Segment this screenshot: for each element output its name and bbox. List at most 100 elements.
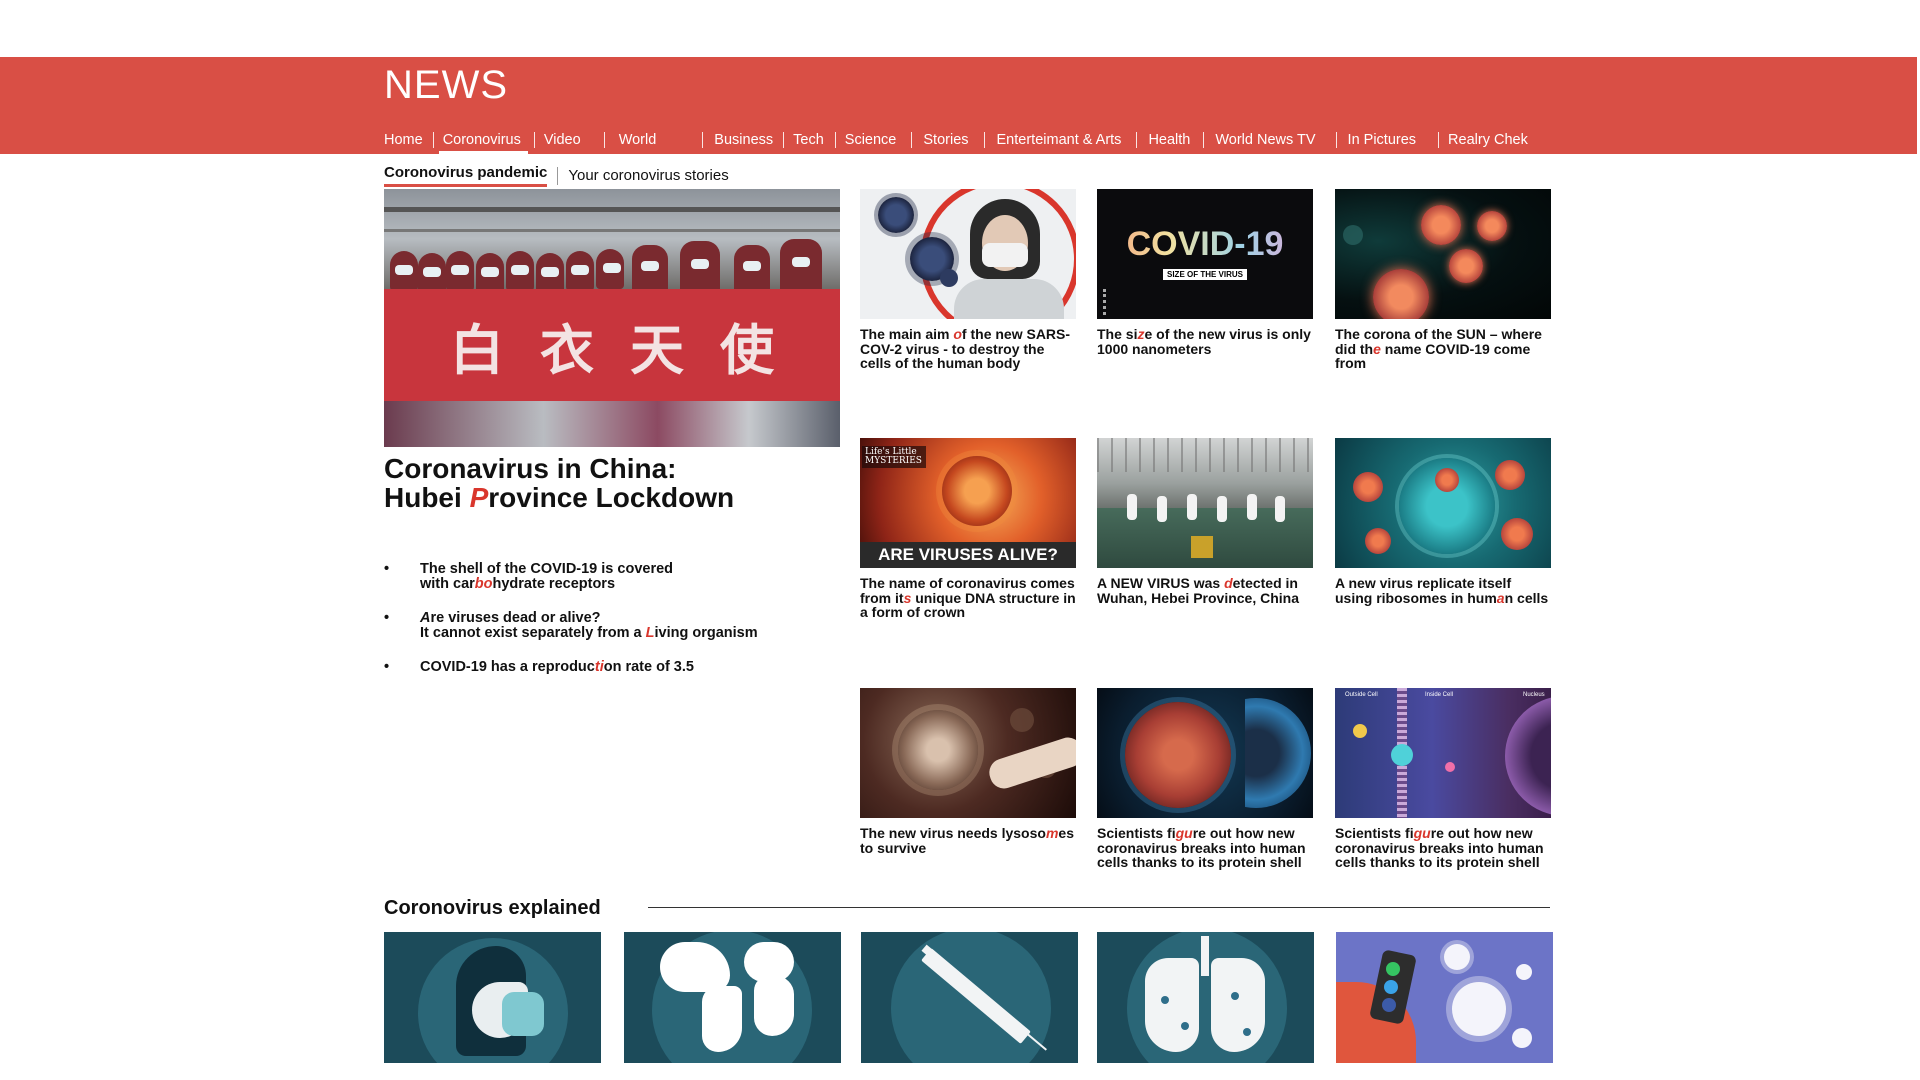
hero-banner: 白衣天使 xyxy=(384,289,840,401)
virus-icon xyxy=(1449,249,1483,283)
caption-highlight: e xyxy=(1373,340,1381,357)
nav-item-business[interactable]: Business xyxy=(702,126,783,154)
story-card[interactable]: Outside Cell Inside Cell Nucleus Scienti… xyxy=(1335,688,1551,870)
news-logo[interactable]: NEWS xyxy=(384,63,508,108)
story-thumbnail[interactable]: Outside Cell Inside Cell Nucleus xyxy=(1335,688,1551,818)
hero-image[interactable]: 白衣天使 xyxy=(384,189,840,447)
story-thumbnail[interactable]: COVID-19 SIZE OF THE VIRUS xyxy=(1097,189,1313,319)
bullet-text: on rate of 3.5 xyxy=(603,659,694,675)
woman-jacket xyxy=(954,279,1064,319)
story-thumbnail[interactable] xyxy=(860,189,1076,319)
story-caption[interactable]: The corona of the SUN – where did the na… xyxy=(1335,327,1551,371)
story-caption[interactable]: The name of coronavirus comes from its u… xyxy=(860,576,1076,620)
story-card[interactable]: The new virus needs lysosomes to survive xyxy=(860,688,1076,855)
bullet-text: re viruses dead or alive? xyxy=(430,610,601,626)
story-thumbnail[interactable] xyxy=(1335,189,1551,319)
hand-stop-graphic xyxy=(985,733,1076,793)
story-card[interactable]: COVID-19 SIZE OF THE VIRUS The size of t… xyxy=(1097,189,1313,356)
explainer-card-lungs[interactable] xyxy=(1097,932,1314,1063)
story-caption[interactable]: The main aim of the new SARS-COV-2 virus… xyxy=(860,327,1076,371)
caption-text: n cells xyxy=(1504,589,1549,606)
hero-banner-text: 白衣天使 xyxy=(450,318,810,382)
virus-icon xyxy=(1161,996,1169,1004)
molecule-icon xyxy=(1353,724,1367,738)
bullet-text: It cannot exist separately from a xyxy=(420,625,646,641)
virus-icon xyxy=(1343,225,1363,245)
continent-shape xyxy=(702,986,742,1052)
hero-mask xyxy=(481,267,499,277)
explainer-card-mask[interactable] xyxy=(384,932,601,1063)
hazmat-worker xyxy=(1127,494,1137,520)
story-caption[interactable]: The size of the new virus is only 1000 n… xyxy=(1097,327,1313,356)
virus-icon xyxy=(942,456,1012,526)
hero-mask xyxy=(541,267,559,277)
hero-image-beam xyxy=(384,207,840,212)
whatsapp-icon xyxy=(1386,962,1400,976)
story-card[interactable]: Life's Little MYSTERIES ARE VIRUSES ALIV… xyxy=(860,438,1076,620)
nav-item-video[interactable]: Video xyxy=(533,126,604,154)
trachea-shape xyxy=(1201,936,1209,976)
story-thumbnail[interactable] xyxy=(860,688,1076,818)
virus-icon xyxy=(1444,944,1470,970)
explainer-card-vaccine[interactable] xyxy=(861,932,1078,1063)
hazmat-worker xyxy=(1275,496,1285,522)
nav-item-world-news-tv[interactable]: World News TV xyxy=(1203,126,1335,154)
hero-mask xyxy=(571,265,589,275)
story-thumbnail[interactable] xyxy=(1097,688,1313,818)
tab-coronavirus-pandemic[interactable]: Coronovirus pandemic xyxy=(384,164,548,187)
virus-icon xyxy=(1512,1028,1532,1048)
virus-icon xyxy=(1495,460,1525,490)
continent-shape xyxy=(754,976,794,1036)
nav-item-tech[interactable]: Tech xyxy=(783,126,835,154)
hazmat-worker xyxy=(1157,496,1167,522)
virus-icon xyxy=(940,269,958,287)
explainer-card-social-media[interactable] xyxy=(1336,932,1553,1063)
nav-item-reality-check[interactable]: Realry Chek xyxy=(1438,126,1538,154)
story-card[interactable]: The corona of the SUN – where did the na… xyxy=(1335,189,1551,371)
nav-item-world[interactable]: World xyxy=(603,126,703,154)
tab-your-coronavirus-stories[interactable]: Your coronovirus stories xyxy=(568,167,728,184)
virus-icon xyxy=(1010,708,1034,732)
thumbnail-title: COVID-19 xyxy=(1097,225,1313,264)
explainer-card-globe[interactable] xyxy=(624,932,841,1063)
story-thumbnail[interactable]: Life's Little MYSTERIES ARE VIRUSES ALIV… xyxy=(860,438,1076,568)
nav-item-entertainment[interactable]: Enterteimant & Arts xyxy=(983,126,1137,154)
hero-mask xyxy=(395,265,413,275)
bullet-text: iving organism xyxy=(654,625,758,641)
virus-icon xyxy=(1421,205,1461,245)
nav-item-stories[interactable]: Stories xyxy=(911,126,983,154)
nav-item-health[interactable]: Health xyxy=(1136,126,1203,154)
hero-mask xyxy=(423,267,441,277)
caption-highlight: m xyxy=(1045,825,1059,841)
thumbnail-title: ARE VIRUSES ALIVE? xyxy=(860,542,1076,568)
story-caption[interactable]: Scientists figure out how new coronaviru… xyxy=(1335,826,1551,870)
hero-mask xyxy=(511,265,529,275)
story-card[interactable]: The main aim of the new SARS-COV-2 virus… xyxy=(860,189,1076,371)
virus-icon xyxy=(1501,518,1533,550)
story-card[interactable]: A new virus replicate itself using ribos… xyxy=(1335,438,1551,605)
story-caption[interactable]: A new virus replicate itself using ribos… xyxy=(1335,576,1551,605)
hero-headline[interactable]: Coronavirus in China: Hubei Province Loc… xyxy=(384,454,804,512)
section-divider xyxy=(648,907,1550,908)
hero-mask xyxy=(641,261,659,271)
hero-mask xyxy=(691,259,709,269)
nav-item-home[interactable]: Home xyxy=(384,126,433,154)
story-caption[interactable]: The new virus needs lysosomes to survive xyxy=(860,826,1076,855)
story-caption[interactable]: A NEW VIRUS was detected in Wuhan, Hebei… xyxy=(1097,576,1313,605)
nav-item-in-pictures[interactable]: In Pictures xyxy=(1335,126,1439,154)
molecule-icon xyxy=(1445,762,1455,772)
hazmat-worker xyxy=(1247,494,1257,520)
story-card[interactable]: Scientists figure out how new coronaviru… xyxy=(1097,688,1313,870)
nav-item-coronavirus[interactable]: Coronovirus xyxy=(432,126,534,154)
hero-headline-line2: Hubei Province Lockdown xyxy=(384,483,804,512)
section-title-explained: Coronovirus explained xyxy=(384,897,601,919)
bullet-text: with car xyxy=(420,576,475,592)
story-caption[interactable]: Scientists figure out how new coronaviru… xyxy=(1097,826,1313,870)
nav-item-science[interactable]: Science xyxy=(834,126,912,154)
story-thumbnail[interactable] xyxy=(1335,438,1551,568)
subnav-divider xyxy=(557,166,559,185)
story-card[interactable]: A NEW VIRUS was detected in Wuhan, Hebei… xyxy=(1097,438,1313,605)
nucleus-icon xyxy=(1505,696,1551,816)
virus-icon xyxy=(1181,1022,1189,1030)
story-thumbnail[interactable] xyxy=(1097,438,1313,568)
